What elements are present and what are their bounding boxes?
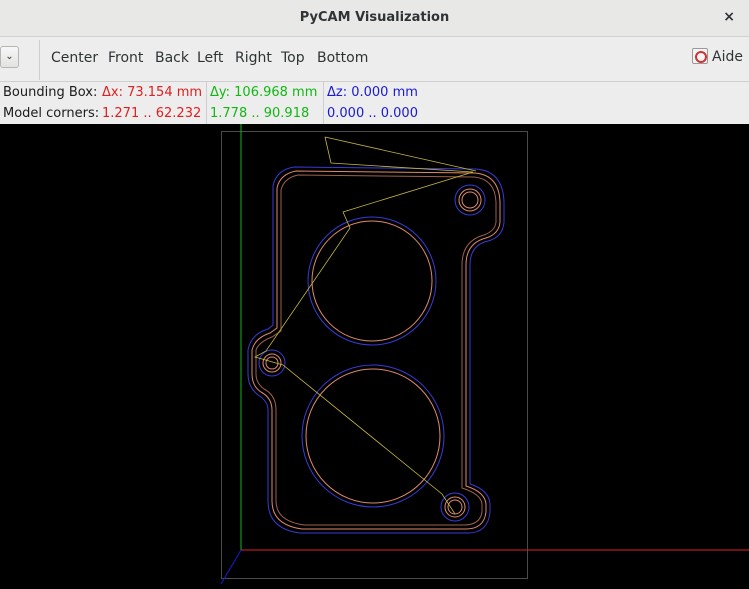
toolbar-separator [39, 40, 40, 80]
rapid-move-line [324, 136, 477, 172]
info-separator [323, 82, 324, 124]
model-outline [251, 170, 501, 530]
help-button[interactable]: Aide [692, 48, 743, 65]
help-icon [692, 48, 709, 64]
info-separator [206, 82, 207, 124]
delta-z-value: Δz: 0.000 mm [327, 85, 418, 100]
title-bar: PyCAM Visualization × [0, 0, 749, 37]
z-range-value: 0.000 .. 0.000 [327, 106, 418, 121]
delta-x-value: Δx: 73.154 mm [102, 85, 203, 100]
model-info-panel: Bounding Box: Δx: 73.154 mm Δy: 106.968 … [0, 82, 749, 124]
top-right-hole-inner [461, 191, 479, 209]
chevron-down-icon[interactable]: ⌄ [0, 46, 19, 68]
upper-bore-toolpath [307, 216, 437, 346]
view-center-button[interactable]: Center [51, 50, 98, 66]
view-front-button[interactable]: Front [108, 50, 143, 66]
model-inner-outline [255, 174, 497, 526]
view-top-button[interactable]: Top [281, 50, 305, 66]
upper-bore [311, 220, 433, 342]
y-range-value: 1.778 .. 90.918 [210, 106, 310, 121]
bounding-box-label: Bounding Box: [3, 85, 98, 100]
lower-bore-toolpath [301, 364, 445, 508]
window-title: PyCAM Visualization [299, 10, 450, 25]
delta-y-value: Δy: 106.968 mm [210, 85, 318, 100]
view-right-button[interactable]: Right [235, 50, 272, 66]
view-left-button[interactable]: Left [197, 50, 223, 66]
model-canvas [220, 124, 749, 585]
3d-viewport[interactable] [0, 124, 749, 589]
view-bottom-button[interactable]: Bottom [317, 50, 368, 66]
view-toolbar: ⌄ Center Front Back Left Right Top Botto… [0, 38, 749, 82]
view-back-button[interactable]: Back [155, 50, 189, 66]
close-icon[interactable]: × [723, 9, 735, 25]
help-label: Aide [712, 49, 743, 65]
x-range-value: 1.271 .. 62.232 [102, 106, 202, 121]
model-corners-label: Model corners: [3, 106, 100, 121]
lower-bore [305, 368, 441, 504]
